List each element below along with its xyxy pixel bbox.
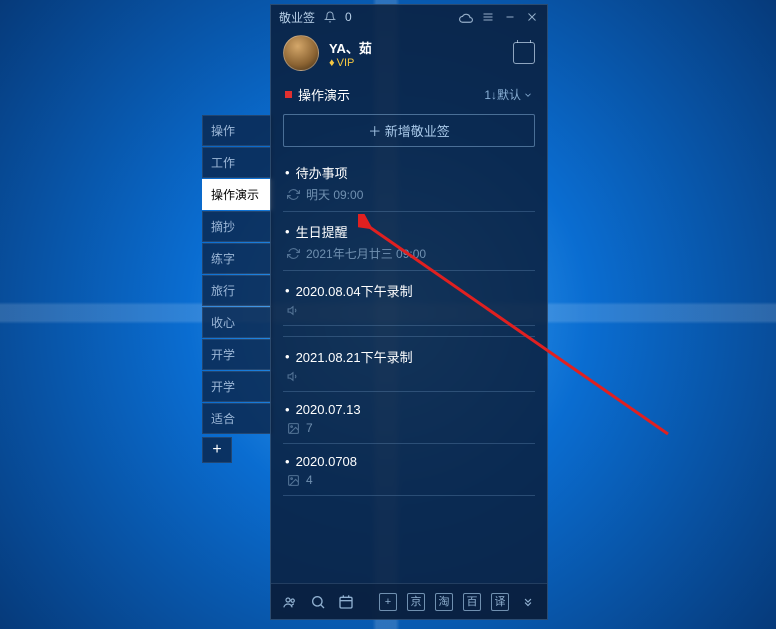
baidu-button[interactable]: 百	[463, 593, 481, 611]
app-window: 敬业签 0 YA、茹 ♦ VIP 操作演示	[270, 4, 548, 620]
note-meta	[287, 304, 533, 317]
sidebar-tab[interactable]: 旅行	[202, 275, 272, 306]
contacts-icon[interactable]	[281, 593, 299, 611]
vip-badge: ♦ VIP	[329, 57, 503, 69]
repeat-icon	[287, 247, 300, 260]
sidebar-tab[interactable]: 适合	[202, 403, 272, 434]
taobao-button[interactable]: 淘	[435, 593, 453, 611]
note-title: 待办事项	[285, 163, 533, 182]
repeat-icon	[287, 188, 300, 201]
sidebar-tab[interactable]: 操作	[202, 115, 272, 146]
note-meta: 4	[287, 473, 533, 487]
sidebar-tab[interactable]: 操作演示	[202, 179, 272, 210]
record-indicator-icon	[285, 91, 292, 98]
sort-dropdown[interactable]: 1↓默认	[484, 86, 533, 103]
note-item[interactable]: 2020.08.04下午录制	[283, 271, 535, 326]
titlebar: 敬业签 0	[271, 5, 547, 29]
jd-button[interactable]: 京	[407, 593, 425, 611]
note-item[interactable]: 2020.0708 4	[283, 444, 535, 496]
sidebar-tab[interactable]: 摘抄	[202, 211, 272, 242]
note-title: 2020.0708	[285, 454, 533, 469]
calendar-icon[interactable]	[513, 42, 535, 64]
calendar-small-icon[interactable]	[337, 593, 355, 611]
search-icon[interactable]	[309, 593, 327, 611]
chevron-down-icon	[523, 90, 533, 100]
sound-icon	[287, 304, 300, 317]
category-sidebar: 操作工作操作演示摘抄练字旅行收心开学开学适合+	[202, 115, 272, 463]
note-meta-text: 4	[306, 473, 313, 487]
sidebar-add-button[interactable]: +	[202, 437, 232, 463]
image-icon	[287, 422, 300, 435]
profile-name: YA、茹	[329, 38, 503, 57]
minimize-icon[interactable]	[503, 10, 517, 24]
sidebar-tab[interactable]: 收心	[202, 307, 272, 338]
image-icon	[287, 474, 300, 487]
expand-icon[interactable]	[519, 593, 537, 611]
sound-icon	[287, 370, 300, 383]
note-meta-text: 7	[306, 421, 313, 435]
note-item[interactable]: 2021.08.21下午录制	[283, 336, 535, 392]
category-header: 操作演示 1↓默认	[271, 81, 547, 108]
profile-section: YA、茹 ♦ VIP	[271, 29, 547, 81]
cloud-sync-icon[interactable]	[459, 10, 473, 24]
note-meta: 2021年七月廿三 09:00	[287, 245, 533, 262]
sidebar-tab[interactable]: 工作	[202, 147, 272, 178]
bottom-toolbar: + 京 淘 百 译	[271, 583, 547, 619]
bell-icon[interactable]	[323, 10, 337, 24]
note-title: 生日提醒	[285, 222, 533, 241]
note-meta	[287, 370, 533, 383]
notification-count: 0	[345, 10, 352, 24]
note-title: 2021.08.21下午录制	[285, 347, 533, 366]
close-icon[interactable]	[525, 10, 539, 24]
note-title: 2020.08.04下午录制	[285, 281, 533, 300]
app-title: 敬业签	[279, 9, 315, 26]
note-meta: 明天 09:00	[287, 186, 533, 203]
sidebar-tab[interactable]: 开学	[202, 371, 272, 402]
note-title: 2020.07.13	[285, 402, 533, 417]
note-item[interactable]: 生日提醒 2021年七月廿三 09:00	[283, 212, 535, 271]
menu-icon[interactable]	[481, 10, 495, 24]
avatar[interactable]	[283, 35, 319, 71]
category-title: 操作演示	[298, 85, 350, 104]
note-meta: 7	[287, 421, 533, 435]
add-note-button[interactable]: ＋ 新增敬业签	[283, 114, 535, 147]
sidebar-tab[interactable]: 练字	[202, 243, 272, 274]
note-meta-text: 明天 09:00	[306, 186, 363, 203]
note-item[interactable]: 2020.07.13 7	[283, 392, 535, 444]
add-square-icon[interactable]: +	[379, 593, 397, 611]
sidebar-tab[interactable]: 开学	[202, 339, 272, 370]
notes-list: 待办事项明天 09:00 生日提醒 2021年七月廿三 09:00 2020.08.0…	[271, 153, 547, 583]
note-item[interactable]: 待办事项明天 09:00	[283, 153, 535, 212]
note-meta-text: 2021年七月廿三 09:00	[306, 245, 426, 262]
diamond-icon: ♦	[329, 57, 335, 69]
translate-button[interactable]: 译	[491, 593, 509, 611]
